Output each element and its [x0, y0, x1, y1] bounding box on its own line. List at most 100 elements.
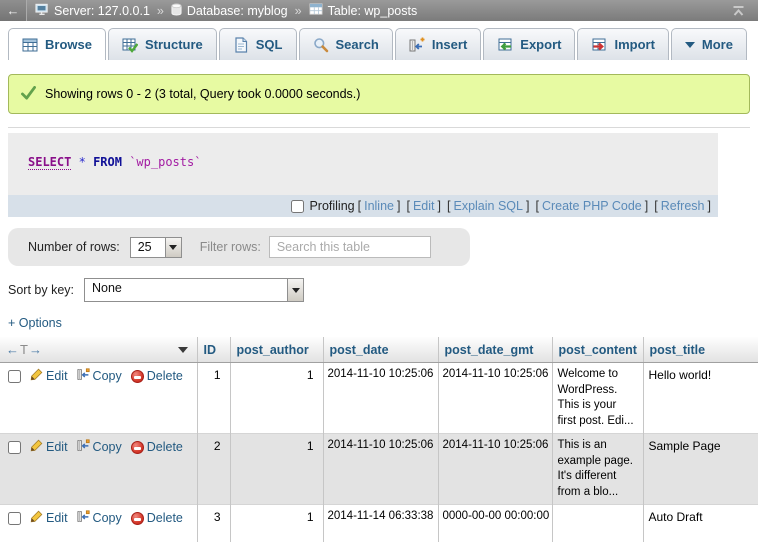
- bracket: ]: [438, 199, 441, 213]
- browse-icon: [22, 37, 38, 53]
- breadcrumb-table-label: Table: wp_posts: [328, 4, 418, 18]
- filter-rows-input[interactable]: [269, 236, 431, 258]
- copy-link[interactable]: Copy: [93, 439, 122, 456]
- tab-label: Structure: [145, 37, 203, 52]
- tab-insert[interactable]: Insert: [395, 28, 481, 60]
- column-header-post-title[interactable]: post_title: [643, 337, 758, 363]
- row-actions-cell: Edit Copy Delete: [0, 505, 197, 542]
- create-php-code-link[interactable]: Create PHP Code: [542, 199, 642, 213]
- bracket: ]: [397, 199, 400, 213]
- column-header-post-content[interactable]: post_content: [552, 337, 643, 363]
- collapse-top-icon[interactable]: [731, 5, 746, 17]
- explain-sql-link[interactable]: Explain SQL: [453, 199, 522, 213]
- back-arrow-icon: ←: [7, 3, 20, 18]
- refresh-link[interactable]: Refresh: [661, 199, 705, 213]
- bracket: [: [535, 199, 538, 213]
- tab-label: Insert: [432, 37, 467, 52]
- tab-more[interactable]: More: [671, 28, 747, 60]
- row-checkbox[interactable]: [8, 441, 21, 454]
- cell-post-date-gmt: 2014-11-10 10:25:06: [438, 363, 552, 434]
- bracket: [: [406, 199, 409, 213]
- profiling-checkbox[interactable]: [291, 200, 304, 213]
- sql-keyword-select[interactable]: SELECT: [28, 155, 71, 170]
- delete-link[interactable]: Delete: [147, 368, 183, 385]
- copy-link[interactable]: Copy: [93, 510, 122, 527]
- copy-link[interactable]: Copy: [93, 368, 122, 385]
- options-toggle-link[interactable]: + Options: [8, 316, 62, 330]
- pencil-icon: [30, 510, 43, 527]
- bracket: ]: [526, 199, 529, 213]
- delete-action[interactable]: Delete: [131, 368, 183, 385]
- cell-post-date: 2014-11-10 10:25:06: [323, 434, 438, 505]
- tab-search[interactable]: Search: [299, 28, 393, 60]
- sql-star: *: [79, 155, 86, 169]
- tab-sql[interactable]: SQL: [219, 28, 297, 60]
- tab-browse[interactable]: Browse: [8, 28, 106, 60]
- edit-action[interactable]: Edit: [30, 368, 68, 385]
- row-options-panel: Number of rows: 25 Filter rows:: [8, 228, 470, 266]
- delete-link[interactable]: Delete: [147, 510, 183, 527]
- column-header-post-author[interactable]: post_author: [230, 337, 323, 363]
- column-header-post-date-gmt[interactable]: post_date_gmt: [438, 337, 552, 363]
- bracket: [: [654, 199, 657, 213]
- cell-post-title: Sample Page: [643, 434, 758, 505]
- cell-post-author: 1: [230, 363, 323, 434]
- row-checkbox[interactable]: [8, 512, 21, 525]
- edit-link[interactable]: Edit: [46, 368, 68, 385]
- delete-link[interactable]: Delete: [147, 439, 183, 456]
- number-of-rows-select[interactable]: 25: [130, 237, 182, 258]
- breadcrumb-separator: »: [293, 4, 304, 18]
- structure-icon: [122, 37, 138, 53]
- number-of-rows-label: Number of rows:: [28, 240, 120, 254]
- back-button[interactable]: ←: [0, 0, 27, 21]
- toggle-columns-control[interactable]: ←T→: [6, 343, 43, 357]
- breadcrumb-database[interactable]: Database: myblog: [171, 3, 288, 19]
- tab-structure[interactable]: Structure: [108, 28, 217, 60]
- copy-action[interactable]: Copy: [77, 439, 122, 456]
- cell-post-author: 1: [230, 505, 323, 542]
- bracket: [: [447, 199, 450, 213]
- tab-export[interactable]: Export: [483, 28, 575, 60]
- breadcrumb-server-label: Server: 127.0.0.1: [54, 4, 150, 18]
- edit-link[interactable]: Edit: [46, 510, 68, 527]
- edit-action[interactable]: Edit: [30, 510, 68, 527]
- cell-id: 2: [197, 434, 230, 505]
- pencil-icon: [30, 368, 43, 385]
- column-header-id[interactable]: ID: [197, 337, 230, 363]
- sort-by-key-select[interactable]: None: [84, 278, 304, 302]
- header-dropdown-icon[interactable]: [178, 347, 188, 353]
- table-row: Edit Copy Delete 2 1 2014-11-10 1: [0, 434, 758, 505]
- edit-query-link[interactable]: Edit: [413, 199, 435, 213]
- row-checkbox[interactable]: [8, 370, 21, 383]
- delete-action[interactable]: Delete: [131, 439, 183, 456]
- sort-controls: Sort by key: None: [8, 278, 758, 302]
- query-toolbar: Profiling [Inline] [Edit] [Explain SQL] …: [8, 195, 718, 217]
- sql-keyword-from: FROM: [93, 155, 122, 169]
- breadcrumb-server[interactable]: Server: 127.0.0.1: [35, 3, 150, 19]
- table-row: Edit Copy Delete 1 1 2014-11-10 1: [0, 363, 758, 434]
- filter-rows-label: Filter rows:: [200, 240, 261, 254]
- copy-action[interactable]: Copy: [77, 510, 122, 527]
- column-header-actions: ←T→: [0, 337, 197, 363]
- tab-label: Import: [614, 37, 654, 52]
- inline-link[interactable]: Inline: [364, 199, 394, 213]
- tab-import[interactable]: Import: [577, 28, 668, 60]
- copy-row-icon: [77, 510, 90, 527]
- number-of-rows-value: 25: [131, 238, 165, 257]
- edit-action[interactable]: Edit: [30, 439, 68, 456]
- breadcrumb-table[interactable]: Table: wp_posts: [309, 3, 418, 18]
- table-tabs: Browse Structure SQL Search Insert Expor…: [0, 21, 758, 60]
- bracket: ]: [645, 199, 648, 213]
- cell-id: 1: [197, 363, 230, 434]
- phpmyadmin-window: ← Server: 127.0.0.1 » Database: myblog »…: [0, 0, 758, 542]
- column-header-post-date[interactable]: post_date: [323, 337, 438, 363]
- cell-post-title: Hello world!: [643, 363, 758, 434]
- cell-post-content: This is an example page. It's different …: [552, 434, 643, 505]
- sql-table-identifier: `wp_posts`: [129, 155, 201, 169]
- delete-action[interactable]: Delete: [131, 510, 183, 527]
- copy-action[interactable]: Copy: [77, 368, 122, 385]
- section-divider: [8, 127, 750, 128]
- edit-link[interactable]: Edit: [46, 439, 68, 456]
- bracket: ]: [708, 199, 711, 213]
- cell-post-content: [552, 505, 643, 542]
